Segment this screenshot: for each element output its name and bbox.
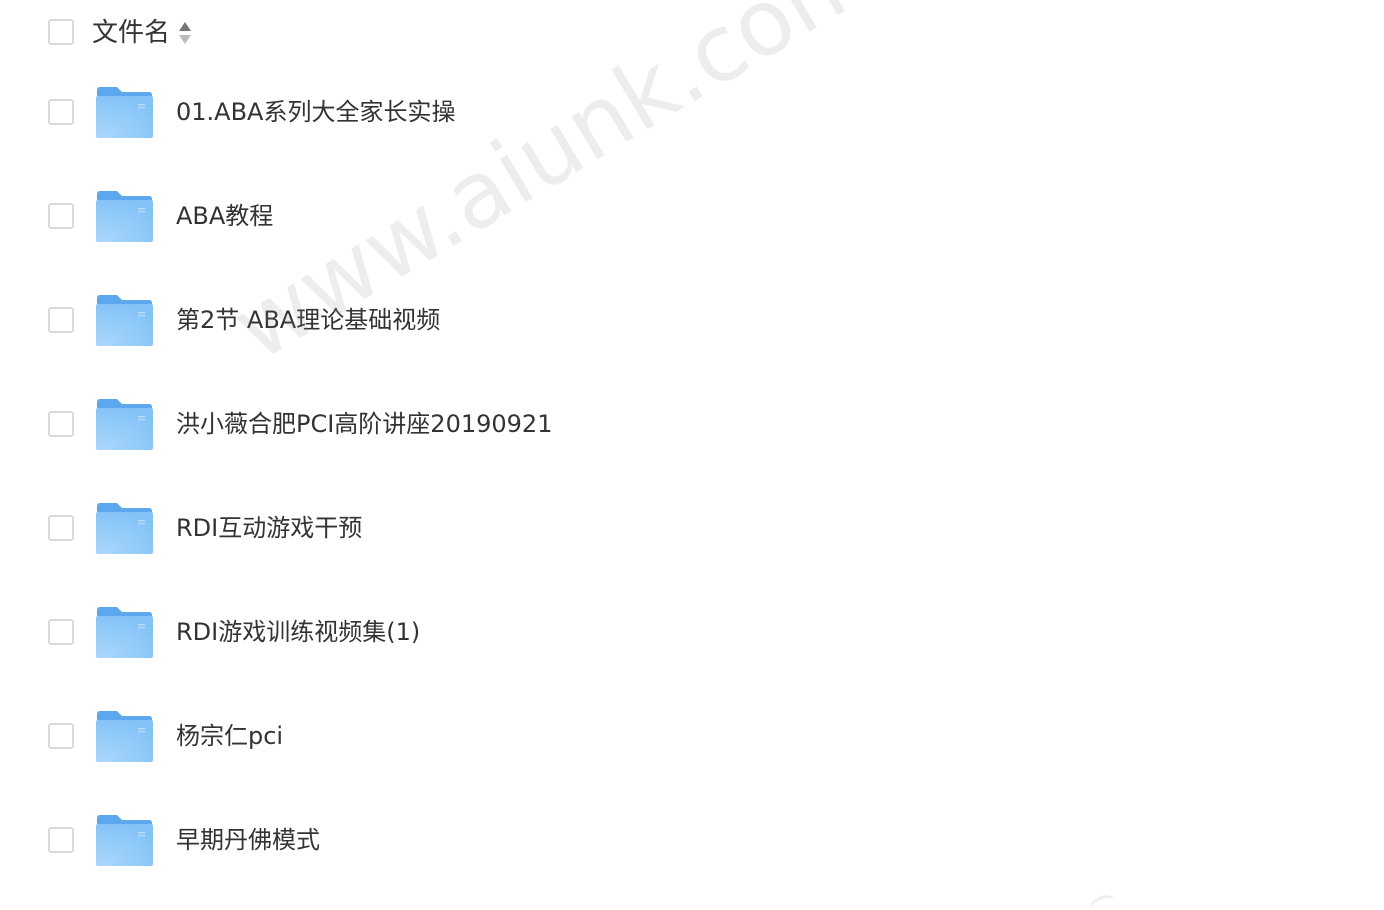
row-checkbox[interactable] [48, 99, 74, 125]
file-row[interactable]: RDI游戏训练视频集(1) [0, 580, 1384, 684]
file-row[interactable]: 早期丹佛模式 [0, 788, 1384, 892]
row-checkbox[interactable] [48, 723, 74, 749]
file-list-header: 文件名 [0, 0, 1384, 66]
column-header-filename[interactable]: 文件名 [92, 14, 170, 52]
folder-icon [96, 399, 153, 450]
file-row[interactable]: ABA教程 [0, 164, 1384, 268]
file-name[interactable]: RDI游戏训练视频集(1) [176, 614, 420, 650]
folder-icon [96, 87, 153, 138]
file-name[interactable]: 早期丹佛模式 [176, 822, 320, 858]
file-row[interactable]: 杨宗仁pci [0, 684, 1384, 788]
file-name[interactable]: 杨宗仁pci [176, 718, 283, 754]
folder-icon [96, 503, 153, 554]
file-row[interactable]: 洪小薇合肥PCI高阶讲座20190921 [0, 372, 1384, 476]
row-checkbox[interactable] [48, 307, 74, 333]
file-name[interactable]: RDI互动游戏干预 [176, 510, 362, 546]
file-row[interactable]: 01.ABA系列大全家长实操 [0, 60, 1384, 164]
file-name[interactable]: 01.ABA系列大全家长实操 [176, 94, 455, 130]
folder-icon [96, 711, 153, 762]
file-name[interactable]: ABA教程 [176, 198, 273, 234]
row-checkbox[interactable] [48, 515, 74, 541]
folder-icon [96, 607, 153, 658]
file-row[interactable]: 第2节 ABA理论基础视频 [0, 268, 1384, 372]
select-all-checkbox[interactable] [48, 19, 74, 45]
folder-icon [96, 295, 153, 346]
row-checkbox[interactable] [48, 827, 74, 853]
file-list: 01.ABA系列大全家长实操 ABA教程第2节 ABA理论基础视频洪小薇合肥PCI… [0, 60, 1384, 892]
file-row[interactable]: RDI互动游戏干预 [0, 476, 1384, 580]
watermark-fragment [1087, 892, 1119, 910]
row-checkbox[interactable] [48, 619, 74, 645]
sort-icon[interactable] [178, 21, 192, 45]
file-browser: 文件名 01.ABA系列大全家长实操 ABA教程第2节 ABA理论基础视频洪小薇合… [0, 0, 1384, 910]
file-name[interactable]: 洪小薇合肥PCI高阶讲座20190921 [176, 406, 552, 442]
row-checkbox[interactable] [48, 203, 74, 229]
folder-icon [96, 815, 153, 866]
folder-icon [96, 191, 153, 242]
row-checkbox[interactable] [48, 411, 74, 437]
file-name[interactable]: 第2节 ABA理论基础视频 [176, 302, 440, 338]
